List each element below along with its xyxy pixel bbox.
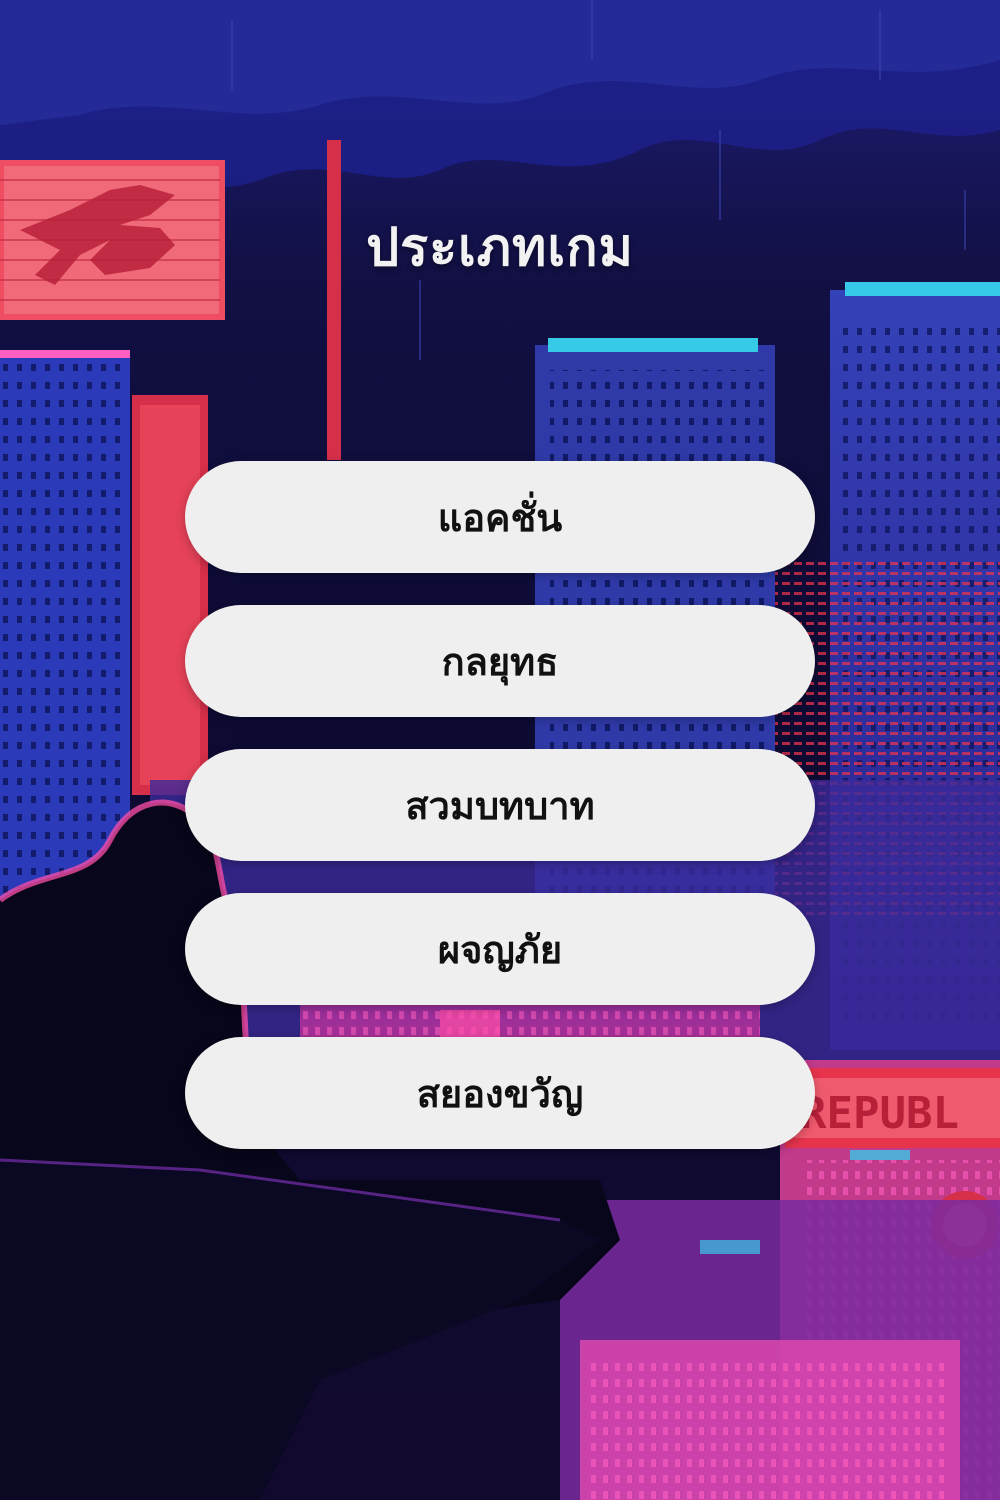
genre-button-rpg[interactable]: สวมบทบาท (185, 749, 815, 861)
svg-text:REPUBL: REPUBL (800, 1088, 959, 1139)
page-title: ประเภทเกม (366, 218, 634, 278)
genre-button-adventure[interactable]: ผจญภัย (185, 893, 815, 1005)
genre-button-action[interactable]: แอคชั่น (185, 461, 815, 573)
genre-menu: แอคชั่น กลยุทธ สวมบทบาท ผจญภัย สยองขวัญ (185, 461, 815, 1149)
genre-button-strategy[interactable]: กลยุทธ (185, 605, 815, 717)
genre-button-horror[interactable]: สยองขวัญ (185, 1037, 815, 1149)
